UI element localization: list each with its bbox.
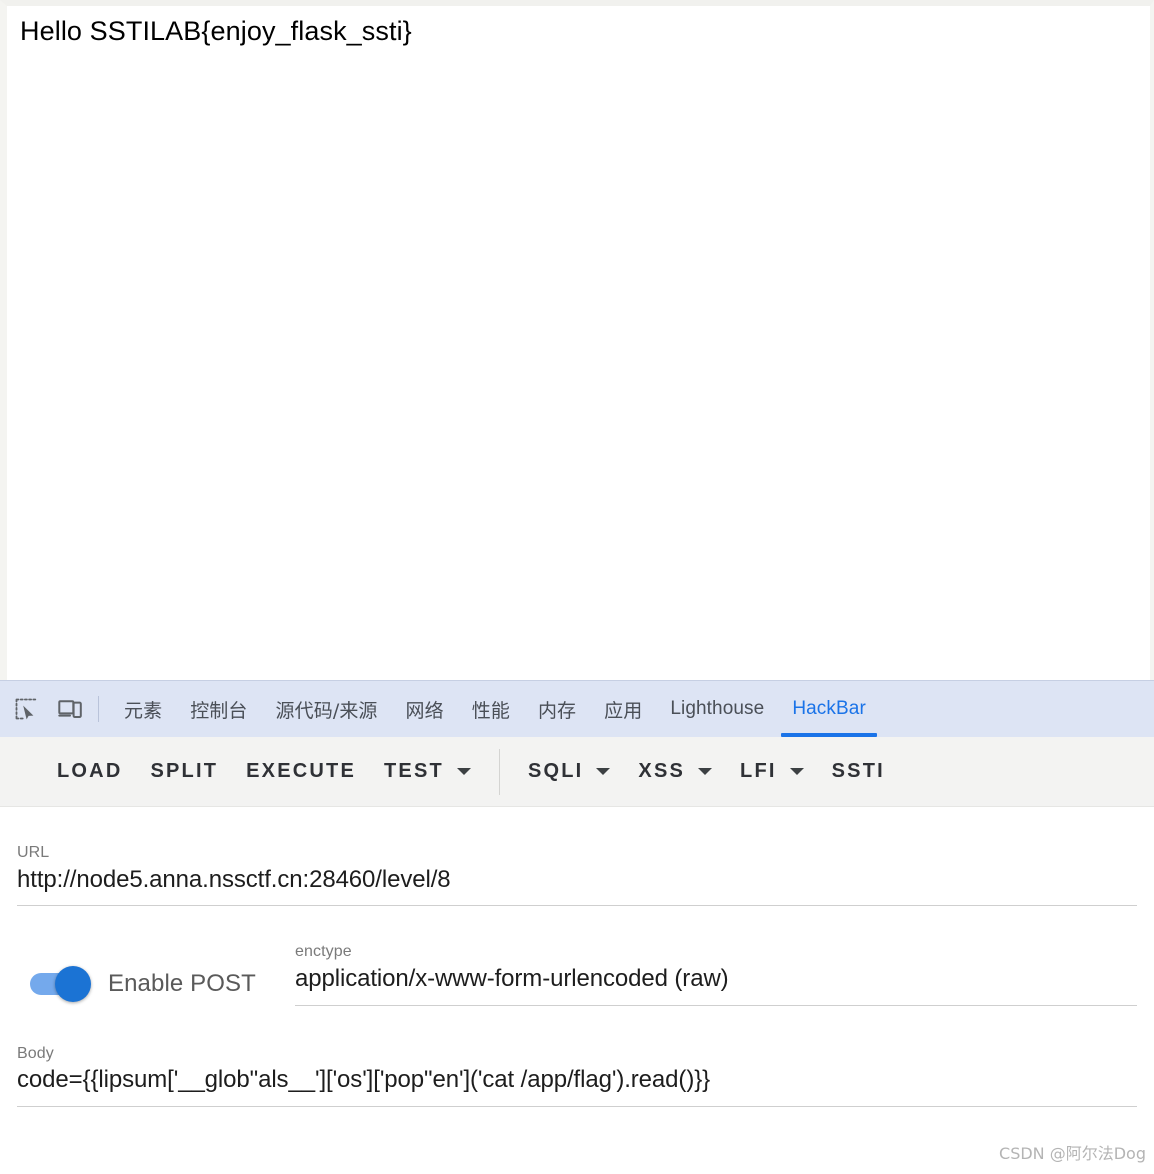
enable-post-toggle-group[interactable]: Enable POST: [17, 965, 295, 1006]
ssti-menu-button[interactable]: SSTI: [818, 746, 899, 798]
enable-post-toggle[interactable]: [30, 965, 91, 1002]
enctype-field[interactable]: enctype application/x-www-form-urlencode…: [295, 943, 1137, 1006]
hackbar-toolbar: LOAD SPLIT EXECUTE TEST SQLI XSS LFI SST…: [0, 737, 1154, 807]
body-field[interactable]: Body code={{lipsum['__glob"als__']['os']…: [17, 1044, 1137, 1108]
sqli-menu-label: SQLI: [527, 760, 584, 782]
browser-page-viewport: Hello SSTILAB{enjoy_flask_ssti}: [0, 0, 1154, 680]
body-input[interactable]: code={{lipsum['__glob"als__']['os']['pop…: [17, 1066, 1137, 1095]
lfi-menu-label: LFI: [740, 760, 777, 782]
xss-menu-label: XSS: [638, 760, 686, 782]
tab-memory[interactable]: 内存: [538, 681, 576, 737]
page-heading: Hello SSTILAB{enjoy_flask_ssti}: [20, 16, 412, 46]
execute-button-label: EXECUTE: [246, 760, 357, 782]
hackbar-panel: URL http://node5.anna.nssctf.cn:28460/le…: [0, 807, 1154, 1174]
tab-hackbar[interactable]: HackBar: [781, 681, 877, 737]
body-label: Body: [17, 1044, 54, 1062]
chevron-down-icon: [698, 768, 713, 775]
enable-post-label: Enable POST: [108, 969, 256, 997]
split-button[interactable]: SPLIT: [136, 746, 232, 798]
test-menu-label: TEST: [384, 760, 444, 782]
enctype-label: enctype: [295, 943, 352, 961]
watermark: CSDN @阿尔法Dog: [999, 1144, 1146, 1163]
tab-elements[interactable]: 元素: [124, 681, 162, 737]
execute-button[interactable]: EXECUTE: [232, 746, 370, 798]
tab-network[interactable]: 网络: [406, 681, 444, 737]
chevron-down-icon: [789, 768, 804, 775]
tab-application[interactable]: 应用: [604, 681, 642, 737]
device-toolbar-icon[interactable]: [52, 691, 88, 727]
tab-sources[interactable]: 源代码/来源: [276, 681, 378, 737]
devtools-tabbar: 元素 控制台 源代码/来源 网络 性能 内存 应用 Lighthouse Hac…: [0, 680, 1154, 737]
lfi-menu-button[interactable]: LFI: [726, 746, 818, 798]
split-button-label: SPLIT: [150, 760, 219, 782]
ssti-menu-label: SSTI: [831, 760, 885, 782]
tab-lighthouse[interactable]: Lighthouse: [670, 681, 764, 737]
url-field[interactable]: URL http://node5.anna.nssctf.cn:28460/le…: [17, 844, 1137, 907]
inspect-element-icon[interactable]: [8, 691, 44, 727]
chevron-down-icon: [456, 768, 471, 775]
toolbar-divider: [98, 696, 99, 722]
chevron-down-icon: [596, 768, 611, 775]
tab-performance[interactable]: 性能: [472, 681, 510, 737]
toggle-thumb: [55, 965, 91, 1002]
xss-menu-button[interactable]: XSS: [624, 746, 726, 798]
sqli-menu-button[interactable]: SQLI: [514, 746, 624, 798]
test-menu-button[interactable]: TEST: [370, 746, 485, 798]
post-row: Enable POST enctype application/x-www-fo…: [17, 943, 1137, 1006]
url-input[interactable]: http://node5.anna.nssctf.cn:28460/level/…: [17, 866, 1137, 895]
load-button[interactable]: LOAD: [43, 746, 136, 798]
tab-console[interactable]: 控制台: [190, 681, 247, 737]
toolbar-divider: [498, 748, 500, 795]
enctype-select[interactable]: application/x-www-form-urlencoded (raw): [295, 965, 1137, 994]
load-button-label: LOAD: [57, 760, 123, 782]
url-label: URL: [17, 844, 50, 861]
